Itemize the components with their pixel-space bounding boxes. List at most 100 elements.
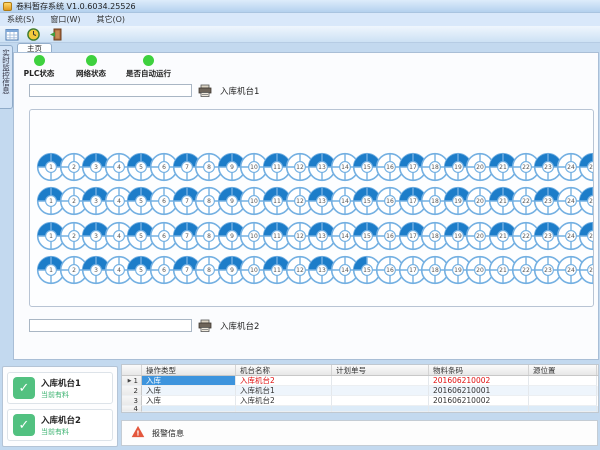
svg-text:12: 12 <box>296 164 304 171</box>
svg-text:4: 4 <box>117 233 121 240</box>
table-row[interactable]: 4 <box>122 406 598 412</box>
svg-text:7: 7 <box>185 233 189 240</box>
svg-text:13: 13 <box>318 233 326 240</box>
table-cell[interactable] <box>142 406 236 412</box>
table-cell[interactable]: 201606210002 <box>429 396 529 406</box>
svg-text:6: 6 <box>162 267 166 274</box>
row-header-corner <box>122 365 142 375</box>
row-header[interactable]: 2 <box>122 386 142 396</box>
clock-icon[interactable] <box>26 27 41 41</box>
svg-text:16: 16 <box>386 267 394 274</box>
table-row[interactable]: ▶1入库入库机台2 201606210002 <box>122 376 598 386</box>
column-header[interactable]: 机台名称 <box>236 365 332 375</box>
svg-text:13: 13 <box>318 198 326 205</box>
machine1-status-card[interactable]: ✓ 入库机台1 当前有料 <box>7 372 113 404</box>
column-header[interactable]: 计划单号 <box>332 365 429 375</box>
menu-other[interactable]: 其它(O) <box>96 14 125 25</box>
warning-icon: ! <box>131 425 145 441</box>
status-label: 网络状态 <box>76 68 106 79</box>
table-cell[interactable] <box>529 386 597 396</box>
table-cell[interactable]: 入库 <box>142 386 236 396</box>
svg-text:1: 1 <box>49 198 53 205</box>
svg-text:8: 8 <box>207 233 211 240</box>
row-header[interactable]: 4 <box>122 406 142 412</box>
machine2-status-card[interactable]: ✓ 入库机台2 当前有料 <box>7 409 113 441</box>
svg-text:13: 13 <box>318 267 326 274</box>
svg-text:23: 23 <box>544 267 552 274</box>
svg-text:10: 10 <box>251 164 259 171</box>
alert-bar[interactable]: ! 报警信息 <box>121 420 598 446</box>
svg-text:14: 14 <box>341 267 349 274</box>
svg-text:16: 16 <box>386 164 394 171</box>
svg-text:6: 6 <box>162 233 166 240</box>
svg-text:23: 23 <box>544 233 552 240</box>
svg-text:20: 20 <box>477 198 485 205</box>
table-cell[interactable]: 入库 <box>142 396 236 406</box>
table-cell[interactable] <box>332 396 429 406</box>
svg-text:8: 8 <box>207 164 211 171</box>
menu-system[interactable]: 系统(S) <box>7 14 34 25</box>
svg-text:2: 2 <box>72 233 76 240</box>
window-title: 卷料暂存系统 V1.0.6034.25526 <box>16 1 136 12</box>
table-cell[interactable] <box>236 406 332 412</box>
svg-text:20: 20 <box>477 233 485 240</box>
column-header[interactable]: 操作类型 <box>142 365 236 375</box>
status-indicator: 网络状态 <box>74 55 108 79</box>
svg-text:9: 9 <box>230 198 234 205</box>
toolbar <box>0 26 600 43</box>
svg-text:24: 24 <box>567 198 575 205</box>
column-header[interactable]: 物料条码 <box>429 365 529 375</box>
table-cell[interactable] <box>529 376 597 386</box>
table-cell[interactable] <box>529 406 597 412</box>
svg-text:15: 15 <box>364 164 372 171</box>
svg-text:20: 20 <box>477 164 485 171</box>
svg-text:2: 2 <box>72 267 76 274</box>
column-header[interactable]: 源位置 <box>529 365 597 375</box>
svg-text:13: 13 <box>318 164 326 171</box>
svg-text:4: 4 <box>117 164 121 171</box>
svg-text:21: 21 <box>499 267 507 274</box>
svg-text:16: 16 <box>386 198 394 205</box>
table-cell[interactable]: 入库 <box>142 376 236 386</box>
exit-icon[interactable] <box>48 27 63 41</box>
machine1-header-bar <box>29 84 192 97</box>
row-header[interactable]: ▶1 <box>122 376 142 386</box>
svg-text:10: 10 <box>251 233 259 240</box>
row-header[interactable]: 3 <box>122 396 142 406</box>
menu-window[interactable]: 窗口(W) <box>50 14 80 25</box>
side-panel-tab[interactable]: 实时监控信息 <box>0 45 13 109</box>
table-cell[interactable] <box>429 406 529 412</box>
table-cell[interactable]: 201606210001 <box>429 386 529 396</box>
calendar-icon[interactable] <box>4 27 19 41</box>
svg-text:11: 11 <box>273 267 281 274</box>
card-title: 入库机台1 <box>41 377 81 389</box>
table-cell[interactable] <box>332 406 429 412</box>
svg-text:24: 24 <box>567 164 575 171</box>
title-bar: 卷料暂存系统 V1.0.6034.25526 <box>0 0 600 13</box>
card-subtitle: 当前有料 <box>41 427 81 437</box>
machine1-label: 入库机台1 <box>220 85 259 97</box>
side-panel-tab-label: 实时监控信息 <box>1 49 12 108</box>
table-cell[interactable] <box>529 396 597 406</box>
card-subtitle: 当前有料 <box>41 390 81 400</box>
table-row[interactable]: 3入库入库机台2 201606210002 <box>122 396 598 406</box>
table-row[interactable]: 2入库入库机台1 201606210001 <box>122 386 598 396</box>
table-cell[interactable]: 入库机台2 <box>236 376 332 386</box>
svg-text:25: 25 <box>590 198 594 205</box>
svg-text:22: 22 <box>522 164 530 171</box>
svg-text:3: 3 <box>94 267 98 274</box>
table-cell[interactable]: 201606210002 <box>429 376 529 386</box>
svg-text:19: 19 <box>454 198 462 205</box>
svg-text:3: 3 <box>94 198 98 205</box>
svg-text:4: 4 <box>117 198 121 205</box>
status-lamp-icon <box>34 55 45 66</box>
table-cell[interactable] <box>332 376 429 386</box>
table-cell[interactable]: 入库机台2 <box>236 396 332 406</box>
printer-icon[interactable] <box>196 318 213 333</box>
svg-text:2: 2 <box>72 164 76 171</box>
table-cell[interactable]: 入库机台1 <box>236 386 332 396</box>
table-cell[interactable] <box>332 386 429 396</box>
svg-text:9: 9 <box>230 267 234 274</box>
slot-circle: 25 <box>578 255 594 285</box>
printer-icon[interactable] <box>196 83 213 98</box>
